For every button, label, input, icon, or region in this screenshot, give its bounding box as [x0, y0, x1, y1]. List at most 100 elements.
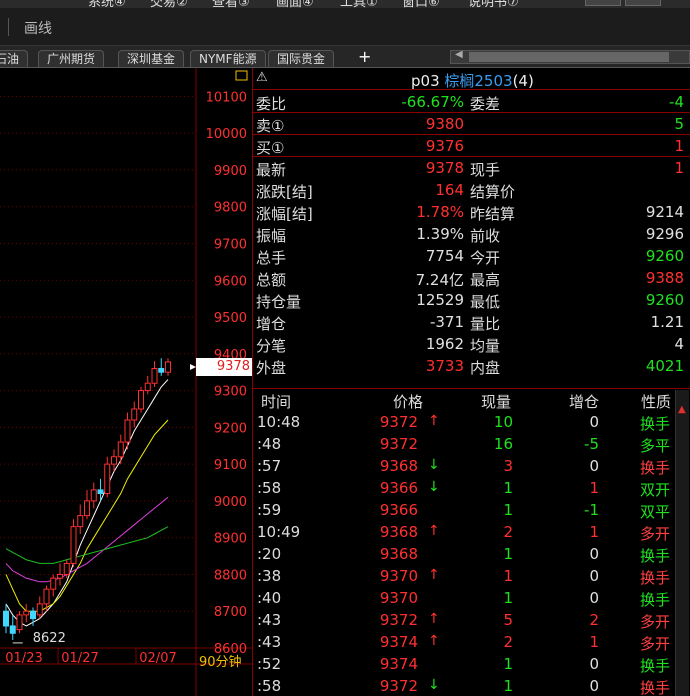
- tick-time: :40: [257, 589, 282, 607]
- quote-row: 增仓 -371 量比 1.21: [253, 311, 690, 333]
- quote-row: 涨跌[结] 164 结算价: [253, 179, 690, 201]
- tick-time: :58: [257, 479, 282, 497]
- menu-item[interactable]: 说明书⑦: [468, 0, 519, 8]
- quote-value: 9380: [425, 115, 464, 133]
- candle-body: [151, 368, 158, 384]
- tick-row: :40 9370 1 0 换手: [253, 587, 673, 609]
- tick-price: 9372: [379, 435, 418, 453]
- tick-nature: 多开: [640, 525, 671, 543]
- tick-list[interactable]: 时间 价格 现量 增仓 性质 10:48 9372 ↑ 10 0 换手:48 9372 16 -5 多平:5…: [253, 388, 690, 696]
- quote-value: 1.78%: [416, 203, 464, 221]
- quote-label: 总额: [256, 271, 287, 289]
- tab-scrollbar[interactable]: ◀: [450, 49, 690, 64]
- market-tab[interactable]: 广州期货: [38, 50, 105, 67]
- y-tick-label: 8800: [214, 568, 247, 583]
- quote-value: 7.24亿: [415, 271, 464, 289]
- scroll-up-icon[interactable]: ▲: [678, 404, 686, 415]
- tick-nature: 双开: [640, 481, 671, 499]
- candle-body: [30, 610, 36, 620]
- menu-item[interactable]: 画面④: [276, 0, 314, 8]
- tick-price: 9370: [379, 567, 418, 585]
- quote-row: 总额 7.24亿 最高 9388: [253, 267, 690, 289]
- quote-label: 总手: [256, 249, 287, 267]
- tick-row: :20 9368 1 0 换手: [253, 543, 673, 565]
- quote-label: 今开: [470, 249, 501, 267]
- market-tab[interactable]: 石油: [0, 50, 29, 67]
- y-tick-label: 9200: [214, 421, 247, 436]
- candle-body: [158, 368, 165, 373]
- quote-row: 最新 9378 现手 1: [253, 157, 690, 179]
- tick-price: 9366: [379, 501, 418, 519]
- period-selector[interactable]: 90分钟: [199, 651, 242, 670]
- market-tab[interactable]: 深圳基金: [118, 50, 185, 67]
- window-minimize-button[interactable]: [585, 0, 621, 6]
- market-tab-bar: 石油广州期货深圳基金 NYMF能源国际贵金 + ◀: [0, 46, 690, 68]
- add-tab-icon[interactable]: +: [358, 47, 371, 66]
- kline-chart[interactable]: 10100 10000 9900 9800 9700 9600 9500 9400 9300 92…: [0, 68, 252, 696]
- quote-row: 委比 -66.67% 委差 -4: [253, 91, 690, 113]
- quote-row: 买① 9376 1: [253, 135, 690, 157]
- tick-row: :43 9374 ↑ 2 1 多开: [253, 631, 673, 653]
- market-tab[interactable]: 国际贵金: [268, 50, 335, 67]
- tick-nature: 换手: [640, 569, 671, 587]
- tick-open-interest-change: 2: [589, 611, 599, 629]
- quote-row: 外盘 3733 内盘 4021: [253, 355, 690, 377]
- tick-open-interest-change: 1: [589, 479, 599, 497]
- tick-time: :52: [257, 655, 282, 673]
- tick-price: 9372: [379, 413, 418, 431]
- quote-value: 4021: [645, 357, 684, 375]
- tick-column-header: 价格: [393, 393, 424, 411]
- quote-panel: ⚠ p03 棕榈2503(4) 委比 -66.67% 委差 -4 卖① 9380 5 买① 93…: [252, 68, 690, 696]
- candle-body: [63, 562, 70, 575]
- tick-row: :52 9374 1 0 换手: [253, 653, 673, 675]
- candle-body: [117, 441, 124, 458]
- tick-open-interest-change: 0: [589, 677, 599, 695]
- candle-body: [23, 610, 30, 616]
- quote-value: 7754: [425, 247, 464, 265]
- menu-item[interactable]: 交易②: [150, 0, 188, 8]
- menu-item[interactable]: 系统④: [88, 0, 126, 8]
- y-tick-label: 9700: [214, 237, 247, 252]
- y-tick-label: 9600: [214, 274, 247, 289]
- quote-label: 前收: [470, 227, 501, 245]
- tick-time: :43: [257, 633, 282, 651]
- tick-row: 10:48 9372 ↑ 10 0 换手: [253, 411, 673, 433]
- y-tick-label: 8900: [214, 532, 247, 547]
- menu-item[interactable]: 窗口⑥: [402, 0, 440, 8]
- scrollbar-thumb[interactable]: [469, 52, 669, 62]
- quote-label: 最高: [470, 271, 501, 289]
- contract-title: p03 棕榈2503(4): [411, 70, 534, 91]
- tick-price: 9374: [379, 633, 418, 651]
- candle-body: [77, 515, 84, 528]
- tick-row: :38 9370 ↑ 1 0 换手: [253, 565, 673, 587]
- quote-row: 分笔 1962 均量 4: [253, 333, 690, 355]
- warning-icon[interactable]: ⚠: [256, 70, 268, 85]
- market-tab[interactable]: NYMF能源: [190, 50, 266, 67]
- quote-label: 外盘: [256, 359, 287, 377]
- y-tick-label: 10100: [206, 90, 247, 105]
- tick-price: 9366: [379, 479, 418, 497]
- scroll-left-icon[interactable]: ◀: [455, 49, 463, 60]
- quote-label: 振幅: [256, 227, 287, 245]
- tick-scrollbar[interactable]: ▲: [675, 390, 689, 696]
- tick-row: :58 9366 ↓ 1 1 双开: [253, 477, 673, 499]
- candle-body: [50, 577, 57, 590]
- quote-label: 结算价: [470, 183, 516, 201]
- window-maximize-button[interactable]: [625, 0, 661, 6]
- drawing-toolbar: 画线: [0, 8, 690, 46]
- tick-direction-icon: ↑: [428, 523, 440, 539]
- tick-volume: 2: [503, 523, 513, 541]
- quote-title-row: ⚠ p03 棕榈2503(4): [253, 68, 690, 90]
- quote-value: 1: [674, 159, 684, 177]
- candle-body: [124, 419, 131, 443]
- quote-label: 持仓量: [256, 293, 302, 311]
- tick-nature: 换手: [640, 591, 671, 609]
- tick-price: 9370: [379, 589, 418, 607]
- draw-line-button[interactable]: 画线: [24, 18, 52, 38]
- menu-item[interactable]: 查看③: [212, 0, 250, 8]
- tick-row: :58 9372 ↓ 1 0 换手: [253, 675, 673, 696]
- menu-item[interactable]: 工具①: [340, 0, 378, 8]
- tick-column-header: 性质: [641, 393, 672, 411]
- quote-row: 持仓量 12529 最低 9260: [253, 289, 690, 311]
- tick-nature: 双平: [640, 503, 671, 521]
